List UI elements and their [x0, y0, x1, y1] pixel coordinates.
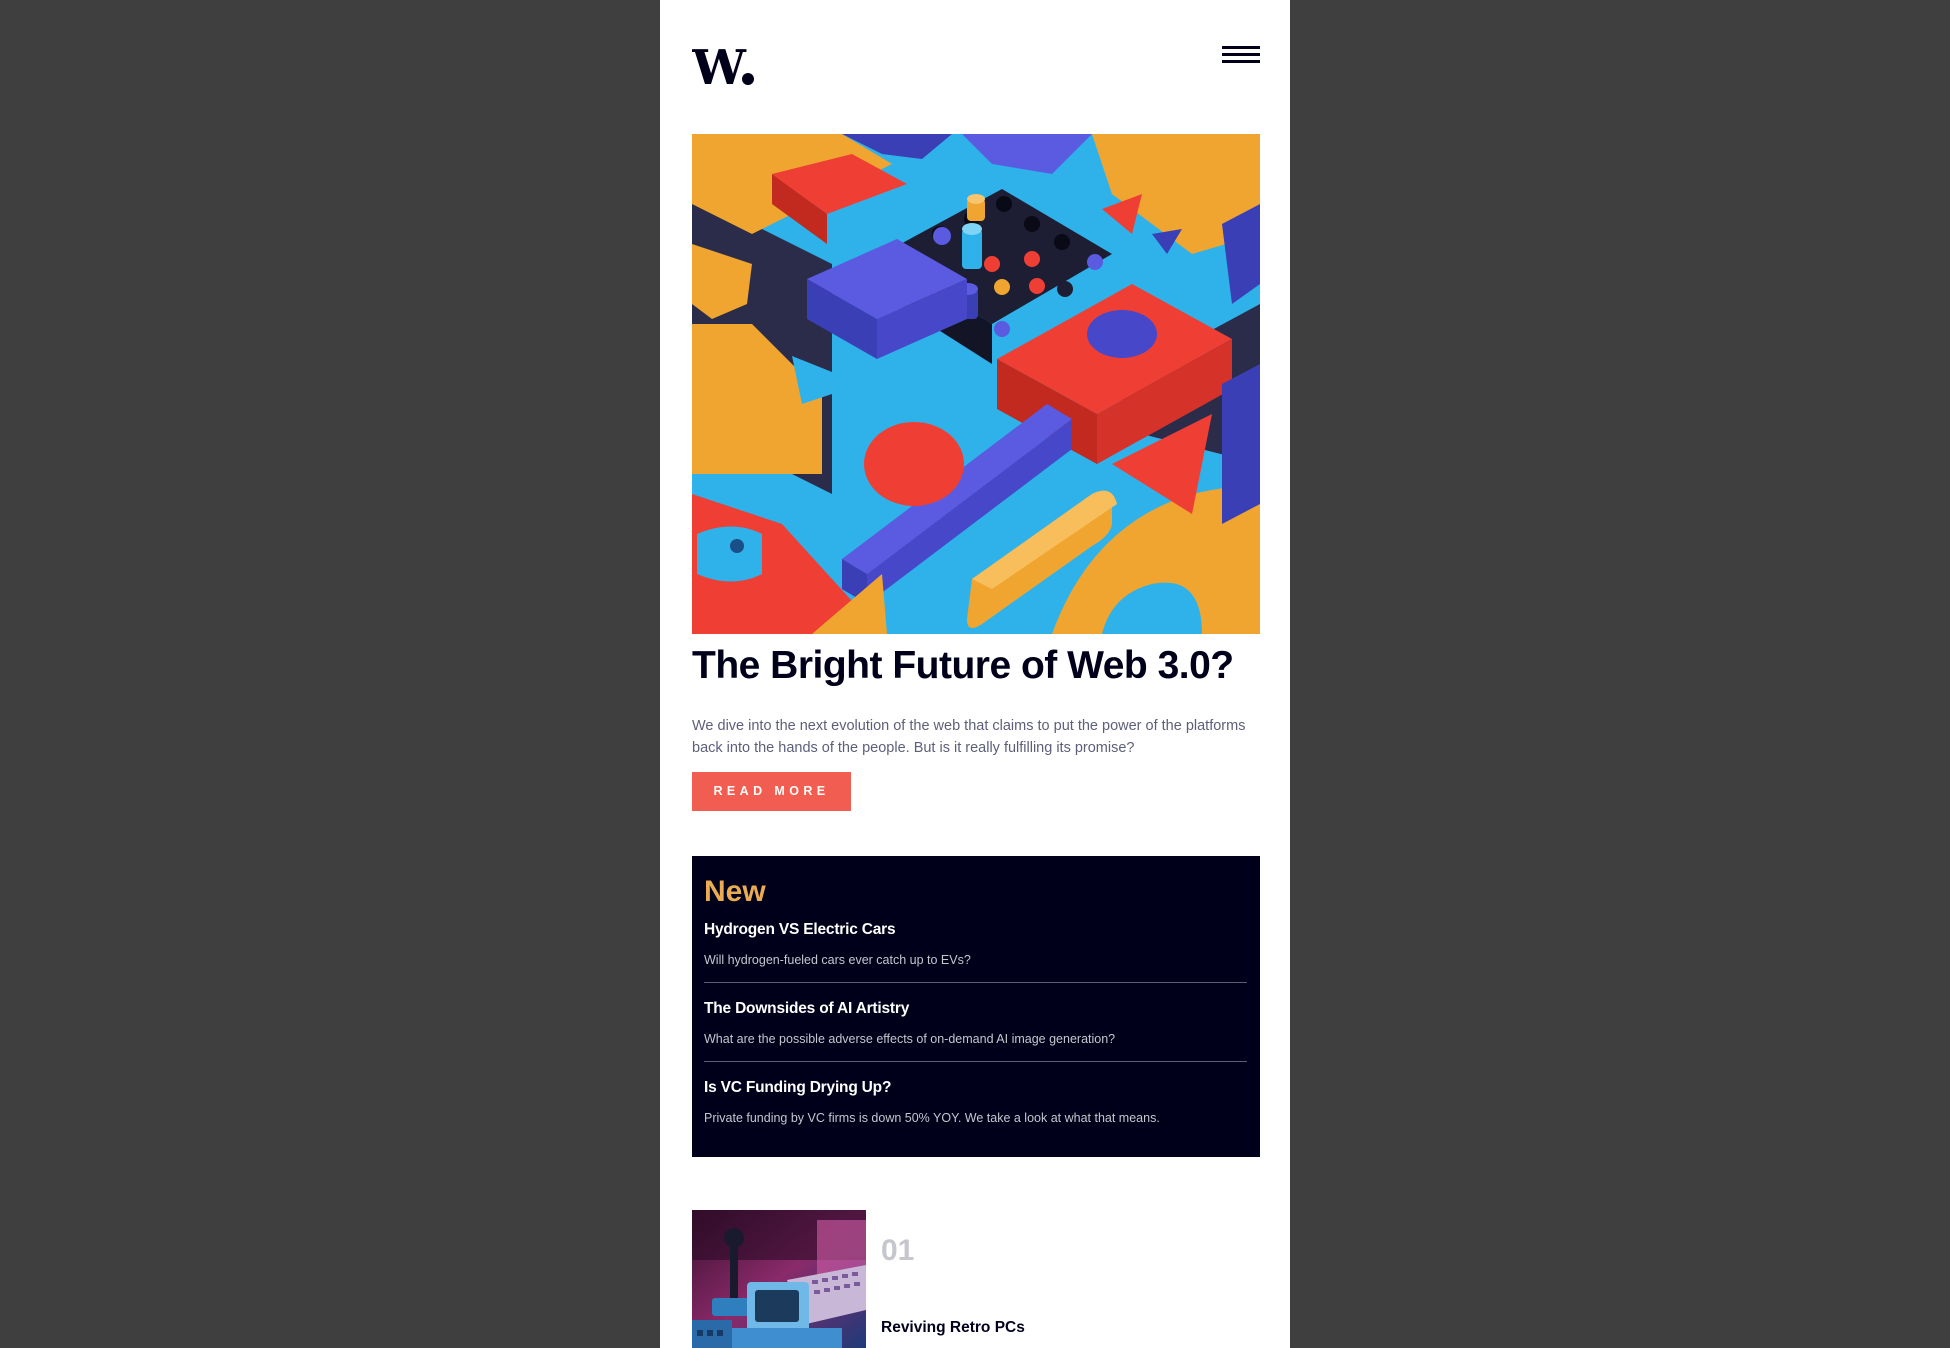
site-header: W: [691, 40, 1260, 96]
article-title[interactable]: Reviving Retro PCs: [881, 1318, 1025, 1338]
hamburger-menu-icon[interactable]: [1222, 46, 1260, 66]
new-item: The Downsides of AI Artistry What are th…: [704, 999, 1247, 1046]
new-item: Hydrogen VS Electric Cars Will hydrogen-…: [704, 920, 1247, 967]
article-number: 01: [881, 1234, 915, 1267]
new-item-title[interactable]: Is VC Funding Drying Up?: [704, 1078, 1247, 1098]
new-item: Is VC Funding Drying Up? Private funding…: [704, 1078, 1247, 1125]
page-container: W The Bright Future of Web 3.0? We dive …: [660, 0, 1290, 1348]
svg-text:W: W: [692, 44, 747, 88]
new-item-title[interactable]: Hydrogen VS Electric Cars: [704, 920, 1247, 940]
divider: [704, 982, 1247, 983]
divider: [704, 1061, 1247, 1062]
new-section-title: New: [704, 875, 766, 908]
site-logo[interactable]: W: [691, 40, 756, 96]
hero-title: The Bright Future of Web 3.0?: [692, 644, 1234, 687]
hero-description: We dive into the next evolution of the w…: [692, 718, 1246, 756]
read-more-button[interactable]: READ MORE: [692, 772, 851, 811]
new-item-description: What are the possible adverse effects of…: [704, 1032, 1116, 1046]
new-item-title[interactable]: The Downsides of AI Artistry: [704, 999, 1247, 1019]
article-thumbnail[interactable]: [692, 1210, 866, 1348]
new-item-description: Will hydrogen-fueled cars ever catch up …: [704, 953, 971, 967]
new-item-description: Private funding by VC firms is down 50% …: [704, 1111, 1160, 1125]
new-section: New Hydrogen VS Electric Cars Will hydro…: [692, 856, 1260, 1157]
hero-image: [692, 134, 1260, 634]
